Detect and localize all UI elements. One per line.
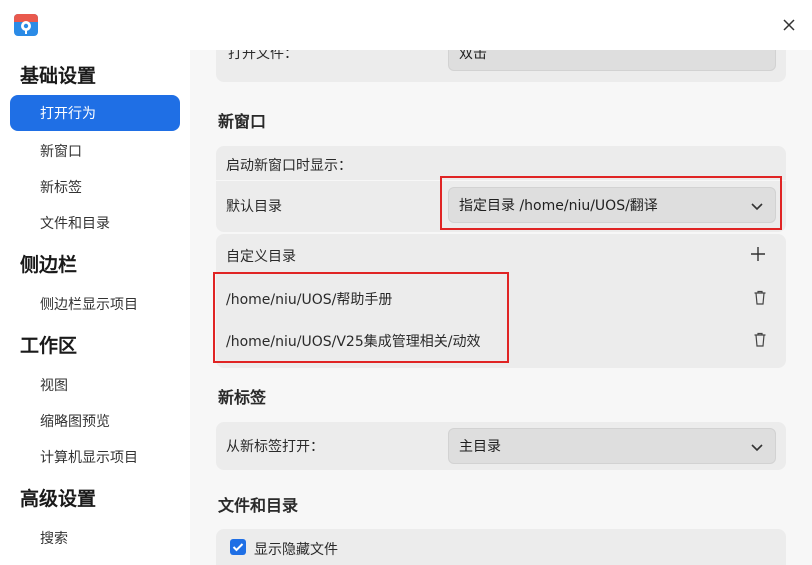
default-dir-label: 默认目录 — [226, 199, 282, 215]
highlight-box-custom-dirs — [213, 272, 509, 363]
close-icon — [783, 19, 795, 31]
open-file-select[interactable]: 双击 — [448, 50, 776, 71]
add-dir-button[interactable] — [748, 244, 768, 264]
open-file-label: 打开文件： — [228, 50, 298, 62]
new-tab-open-select[interactable]: 主目录 — [448, 428, 776, 464]
nav-group-basic: 基础设置 — [20, 65, 97, 87]
close-button[interactable] — [776, 12, 802, 38]
nav-item-open-behavior[interactable]: 打开行为 — [10, 95, 180, 131]
show-hidden-label: 显示隐藏文件 — [254, 542, 338, 558]
open-from-new-tab-label: 从新标签打开： — [226, 439, 324, 455]
show-on-launch-label: 启动新窗口时显示： — [226, 158, 352, 174]
section-title-new-tab: 新标签 — [218, 388, 267, 407]
new-tab-open-value: 主目录 — [459, 439, 501, 455]
nav-item-search[interactable]: 搜索 — [40, 528, 68, 548]
open-file-value: 双击 — [459, 50, 487, 62]
highlight-box-default-dir — [440, 176, 782, 230]
trash-icon — [754, 332, 766, 347]
delete-dir-button[interactable] — [750, 288, 770, 308]
nav-group-sidebar: 侧边栏 — [20, 254, 78, 276]
nav-item-label: 打开行为 — [40, 106, 96, 122]
app-logo-icon — [12, 10, 40, 38]
custom-dir-label: 自定义目录 — [226, 249, 296, 265]
nav-item-computer-display[interactable]: 计算机显示项目 — [40, 447, 138, 467]
nav-item-new-tab[interactable]: 新标签 — [40, 177, 82, 197]
section-title-files-dirs: 文件和目录 — [218, 496, 299, 515]
nav-group-workspace: 工作区 — [20, 335, 78, 357]
chevron-down-icon — [751, 444, 763, 452]
settings-sidebar: 基础设置 打开行为 新窗口 新标签 文件和目录 侧边栏 侧边栏显示项目 工作区 … — [0, 50, 190, 565]
delete-dir-button[interactable] — [750, 330, 770, 350]
show-hidden-checkbox[interactable] — [230, 539, 246, 555]
nav-item-files-dirs[interactable]: 文件和目录 — [40, 213, 110, 233]
nav-item-new-window[interactable]: 新窗口 — [40, 141, 82, 161]
open-file-card: 打开文件： 双击 — [216, 50, 786, 82]
new-tab-card: 从新标签打开： 主目录 — [216, 422, 786, 470]
nav-group-advanced: 高级设置 — [20, 488, 97, 510]
nav-item-sidebar-items[interactable]: 侧边栏显示项目 — [40, 294, 138, 314]
checkmark-icon — [232, 543, 244, 552]
trash-icon — [754, 290, 766, 305]
plus-icon — [751, 247, 765, 261]
section-title-new-window: 新窗口 — [218, 112, 267, 131]
nav-item-view[interactable]: 视图 — [40, 375, 68, 395]
nav-item-thumbnail-preview[interactable]: 缩略图预览 — [40, 411, 110, 431]
files-dirs-card: 显示隐藏文件 — [216, 529, 786, 565]
